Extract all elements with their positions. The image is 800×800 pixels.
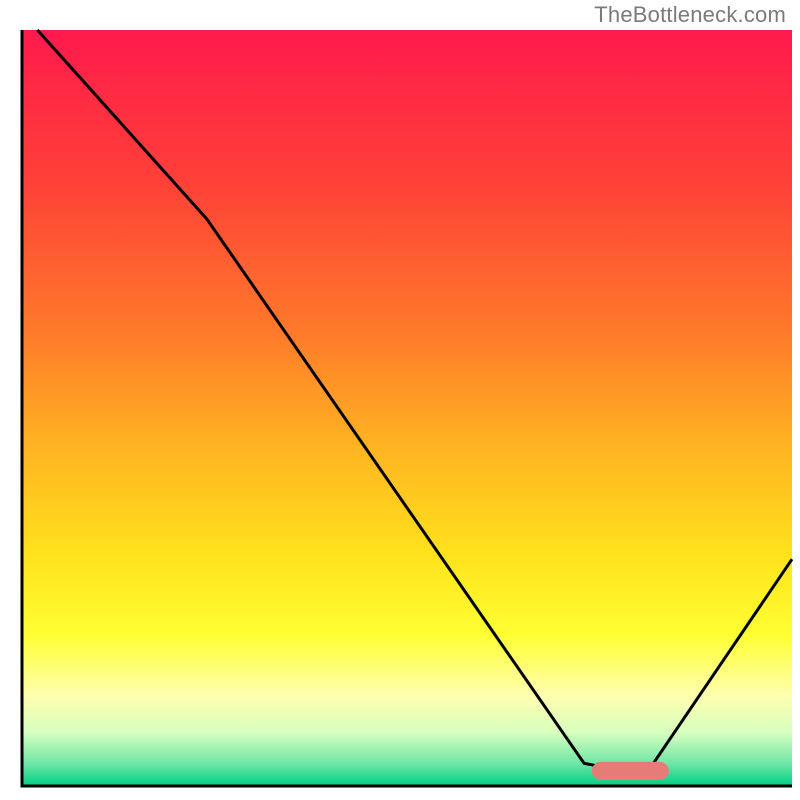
optimal-range — [592, 762, 669, 780]
bottleneck-chart — [0, 0, 800, 800]
plot-area — [22, 30, 792, 786]
chart-container: TheBottleneck.com — [0, 0, 800, 800]
